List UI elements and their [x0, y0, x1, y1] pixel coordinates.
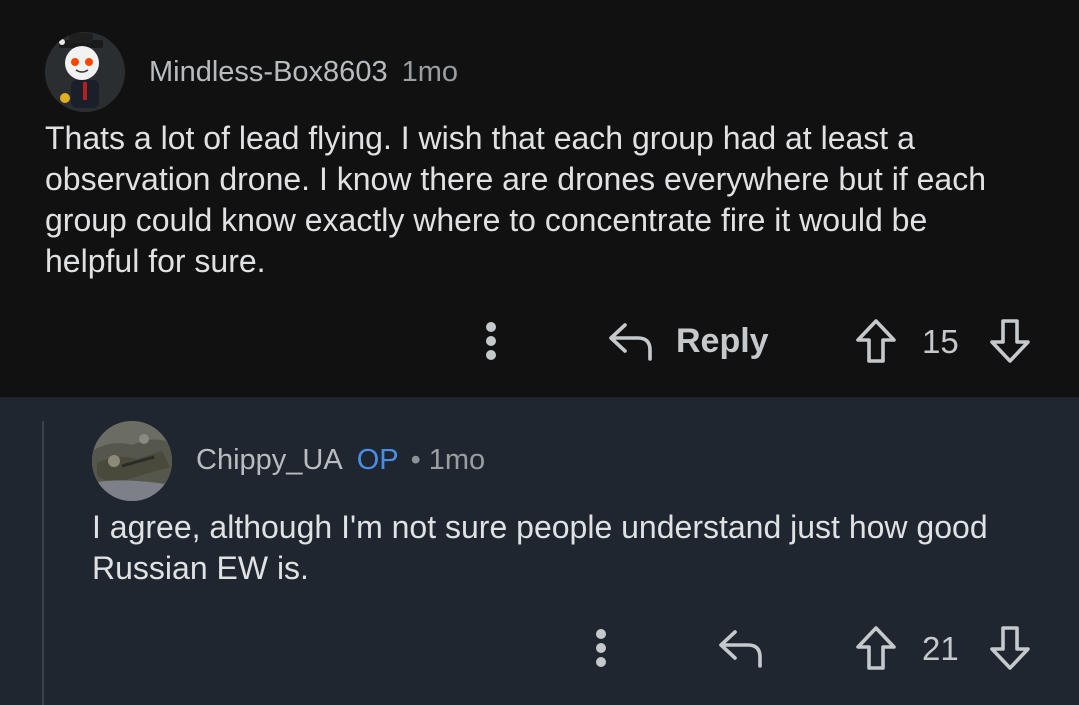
more-vertical-icon	[596, 629, 606, 667]
upvote-arrow-icon	[856, 626, 896, 670]
op-badge: OP	[356, 444, 399, 476]
downvote-button[interactable]	[987, 623, 1033, 673]
comment-1: Mindless-Box8603 1mo Thats a lot of lead…	[0, 0, 1079, 397]
downvote-button[interactable]	[987, 316, 1033, 366]
timestamp: 1mo	[401, 56, 458, 88]
snoo-avatar-icon	[45, 32, 125, 112]
separator-dot: •	[410, 444, 421, 476]
more-options-button[interactable]	[478, 318, 504, 364]
downvote-arrow-icon	[990, 626, 1030, 670]
comment-body: I agree, although I'm not sure people un…	[92, 509, 988, 586]
downvote-arrow-icon	[990, 319, 1030, 363]
more-vertical-icon	[486, 322, 496, 360]
more-options-button[interactable]	[588, 625, 614, 671]
reply-button[interactable]: Reply	[606, 318, 769, 364]
reply-arrow-icon	[609, 323, 652, 361]
comment-body: Thats a lot of lead flying. I wish that …	[45, 120, 986, 279]
comment-meta: Mindless-Box8603 1mo	[149, 56, 458, 89]
upvote-button[interactable]	[853, 316, 899, 366]
reply-arrow-icon	[719, 630, 762, 668]
user-photo-avatar-icon	[92, 421, 172, 501]
timestamp: 1mo	[428, 444, 486, 476]
vote-count: 15	[922, 323, 959, 360]
avatar[interactable]	[45, 32, 125, 112]
comment-meta: Chippy_UA OP • 1mo	[196, 444, 485, 477]
reply-label: Reply	[676, 321, 769, 360]
avatar[interactable]	[92, 421, 172, 501]
thread-line[interactable]	[42, 421, 44, 705]
upvote-button[interactable]	[853, 623, 899, 673]
reply-button[interactable]	[716, 625, 764, 671]
username[interactable]: Mindless-Box8603	[149, 56, 388, 89]
username[interactable]: Chippy_UA	[196, 444, 343, 477]
upvote-arrow-icon	[856, 319, 896, 363]
vote-count: 21	[922, 630, 959, 667]
